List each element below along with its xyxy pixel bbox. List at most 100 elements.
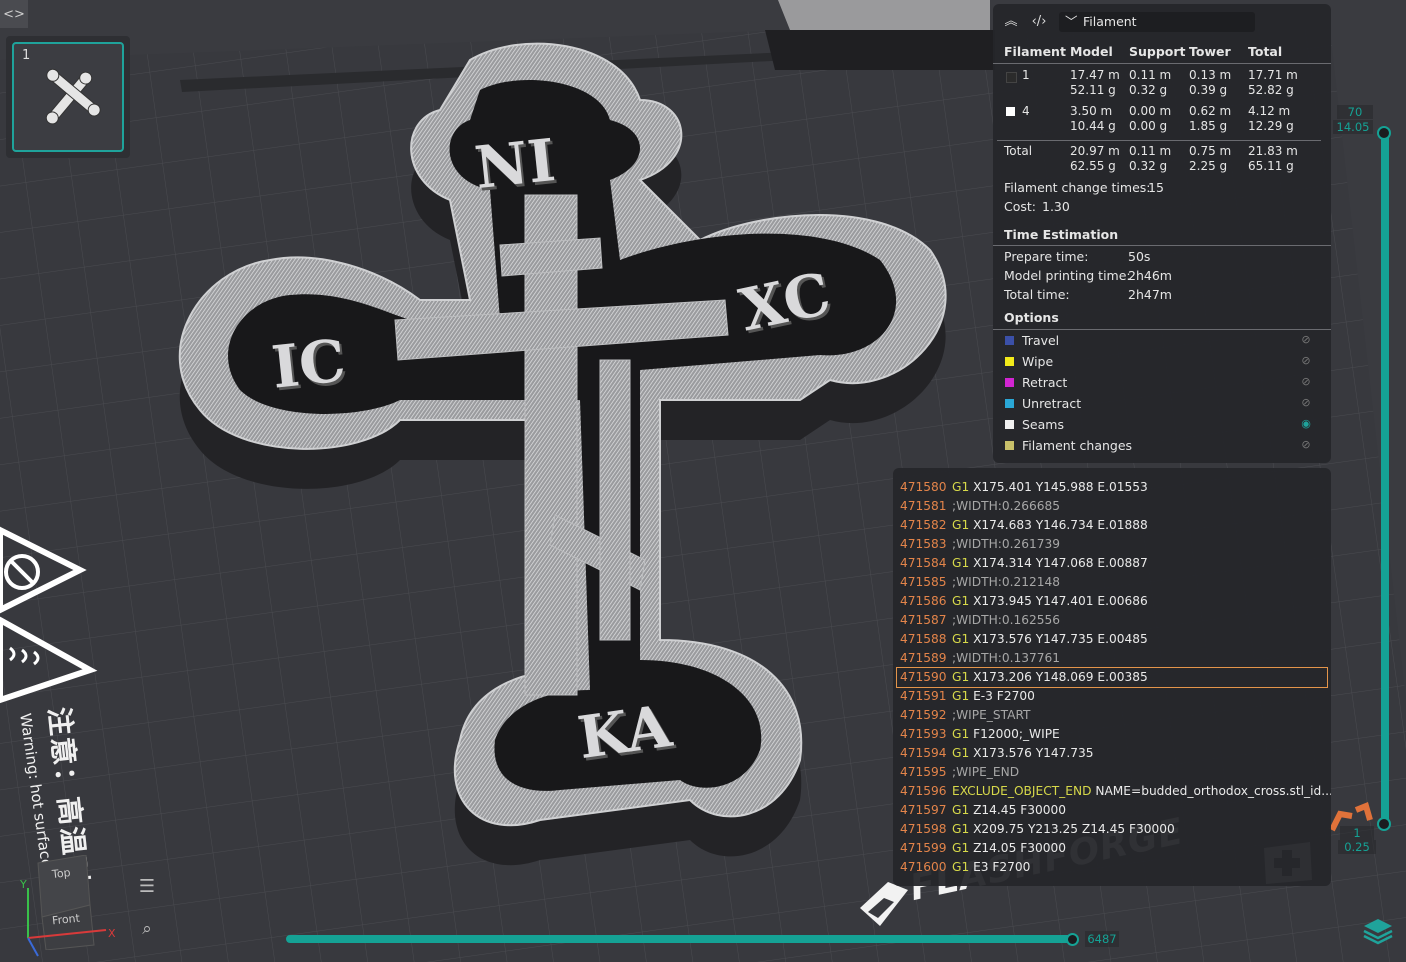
gcode-command: G1	[952, 594, 970, 608]
hamburger-icon[interactable]: ☰	[136, 876, 158, 898]
plate-preview-icon	[45, 68, 101, 125]
gcode-line[interactable]: 471585 ;WIDTH:0.212148	[893, 573, 1331, 592]
gcode-line[interactable]: 471581 ;WIDTH:0.266685	[893, 497, 1331, 516]
gcode-line[interactable]: 471584 G1 X174.314 Y147.068 E.00887	[893, 554, 1331, 573]
gcode-line-number: 471589	[900, 651, 947, 665]
gcode-line[interactable]: 471580 G1 X175.401 Y145.988 E.01553	[893, 478, 1331, 497]
code-icon[interactable]: ‹/›	[1029, 12, 1049, 32]
gcode-line[interactable]: 471600 G1 E3 F2700	[893, 858, 1331, 877]
gcode-line[interactable]: 471587 ;WIDTH:0.162556	[893, 611, 1331, 630]
table-cell: 20.97 m	[1070, 144, 1120, 158]
gcode-line[interactable]: 471599 G1 Z14.05 F30000	[893, 839, 1331, 858]
options-title: Options	[1004, 310, 1059, 325]
table-cell: 4.12 m	[1248, 104, 1291, 118]
gcode-command: EXCLUDE_OBJECT_END	[952, 784, 1092, 798]
col-header-total: Total	[1248, 44, 1283, 59]
gcode-viewer[interactable]: 471580 G1 X175.401 Y145.988 E.01553 471581…	[893, 468, 1331, 886]
option-label: Retract	[1022, 375, 1068, 390]
table-cell: 52.82 g	[1248, 83, 1294, 97]
total-label: Total	[1004, 144, 1033, 158]
table-cell: 10.44 g	[1070, 119, 1116, 133]
option-seams[interactable]: Seams ◉	[1004, 415, 1320, 435]
option-wipe[interactable]: Wipe ⊘	[1004, 352, 1320, 372]
gcode-line[interactable]: 471597 G1 Z14.45 F30000	[893, 801, 1331, 820]
gcode-line-text: G1 X209.75 Y213.25 Z14.45 F30000	[952, 820, 1175, 839]
bed-warning-signs	[0, 526, 98, 704]
layers-icon[interactable]	[1362, 915, 1394, 947]
gcode-line[interactable]: 471591 G1 E-3 F2700	[893, 687, 1331, 706]
plate-thumbnail[interactable]: 1	[6, 36, 130, 158]
eye-visible-icon[interactable]: ◉	[1298, 417, 1314, 431]
gcode-line[interactable]: 471589 ;WIDTH:0.137761	[893, 649, 1331, 668]
gcode-line[interactable]: 471582 G1 X174.683 Y146.734 E.01888	[893, 516, 1331, 535]
option-filament-changes[interactable]: Filament changes ⊘	[1004, 436, 1320, 456]
gcode-command: G1	[952, 746, 970, 760]
option-label: Seams	[1022, 417, 1064, 432]
eye-hidden-icon[interactable]: ⊘	[1298, 354, 1314, 368]
eye-hidden-icon[interactable]: ⊘	[1298, 396, 1314, 410]
gcode-line[interactable]: 471593 G1 F12000;_WIPE	[893, 725, 1331, 744]
gcode-line[interactable]: 471595 ;WIPE_END	[893, 763, 1331, 782]
table-cell: 17.47 m	[1070, 68, 1120, 82]
gcode-line-selected[interactable]: 471590 G1 X173.206 Y148.069 E.00385	[896, 667, 1328, 688]
time-estimation-title: Time Estimation	[1004, 227, 1119, 242]
zoom-icon[interactable]: ⌕	[136, 918, 158, 940]
view-type-dropdown[interactable]: ﹀ Filament	[1059, 12, 1255, 32]
gcode-line[interactable]: 471586 G1 X173.945 Y147.401 E.00686	[893, 592, 1331, 611]
gcode-line[interactable]: 471588 G1 X173.576 Y147.735 E.00485	[893, 630, 1331, 649]
option-swatch	[1005, 441, 1014, 450]
gcode-args: E-3 F2700	[969, 689, 1035, 703]
plate-thumbnail-selected[interactable]: 1	[12, 42, 124, 152]
table-cell: 21.83 m	[1248, 144, 1298, 158]
eye-hidden-icon[interactable]: ⊘	[1298, 438, 1314, 452]
move-slider-handle[interactable]	[1066, 933, 1079, 946]
gcode-line-number: 471580	[900, 480, 947, 494]
eye-hidden-icon[interactable]: ⊘	[1298, 333, 1314, 347]
code-collapse-icon[interactable]: <>	[0, 0, 28, 28]
gcode-line-text: G1 X174.683 Y146.734 E.01888	[952, 516, 1148, 535]
filament-change-value: 15	[1148, 180, 1164, 195]
plate-number: 1	[22, 48, 31, 63]
layer-slider-bottom-handle[interactable]	[1377, 817, 1391, 831]
model-label-left: IC	[268, 326, 349, 402]
gcode-line-number: 471592	[900, 708, 947, 722]
divider	[993, 329, 1331, 330]
divider	[993, 245, 1331, 246]
model-time-value: 2h46m	[1128, 268, 1172, 283]
double-chevron-up-icon[interactable]: ︽	[1001, 12, 1021, 32]
option-travel[interactable]: Travel ⊘	[1004, 331, 1320, 351]
gcode-line[interactable]: 471592 ;WIPE_START	[893, 706, 1331, 725]
cost-label: Cost:	[1004, 199, 1037, 214]
gcode-command: G1	[952, 860, 970, 874]
option-unretract[interactable]: Unretract ⊘	[1004, 394, 1320, 414]
gcode-line[interactable]: 471583 ;WIDTH:0.261739	[893, 535, 1331, 554]
gcode-line-text: G1 X173.576 Y147.735	[952, 744, 1094, 763]
gcode-line-text: G1 E-3 F2700	[952, 687, 1035, 706]
gcode-line-number: 471594	[900, 746, 947, 760]
option-label: Wipe	[1022, 354, 1054, 369]
layer-slider-top-handle[interactable]	[1377, 126, 1391, 140]
gcode-line-number: 471598	[900, 822, 947, 836]
gcode-line[interactable]: 471596 EXCLUDE_OBJECT_END NAME=budded_ort…	[893, 782, 1331, 801]
model-label-bottom: KA	[573, 691, 676, 773]
gcode-command: G1	[952, 689, 970, 703]
option-label: Filament changes	[1022, 438, 1133, 453]
layer-slider-track[interactable]	[1381, 132, 1389, 824]
table-cell: 17.71 m	[1248, 68, 1298, 82]
gcode-args: Z14.05 F30000	[969, 841, 1066, 855]
divider	[997, 140, 1321, 141]
gcode-command: G1	[952, 518, 970, 532]
gcode-line-number: 471585	[900, 575, 947, 589]
gcode-command: G1	[952, 632, 970, 646]
gcode-line[interactable]: 471594 G1 X173.576 Y147.735	[893, 744, 1331, 763]
gcode-args: X174.683 Y146.734 E.01888	[969, 518, 1148, 532]
gcode-args: X173.576 Y147.735 E.00485	[969, 632, 1148, 646]
total-time-value: 2h47m	[1128, 287, 1172, 302]
move-slider-track[interactable]	[286, 935, 1076, 943]
eye-hidden-icon[interactable]: ⊘	[1298, 375, 1314, 389]
table-cell: 0.32 g	[1129, 159, 1168, 173]
gcode-line-text: G1 X173.576 Y147.735 E.00485	[952, 630, 1148, 649]
gcode-line[interactable]: 471598 G1 X209.75 Y213.25 Z14.45 F30000	[893, 820, 1331, 839]
option-retract[interactable]: Retract ⊘	[1004, 373, 1320, 393]
option-swatch	[1005, 420, 1014, 429]
